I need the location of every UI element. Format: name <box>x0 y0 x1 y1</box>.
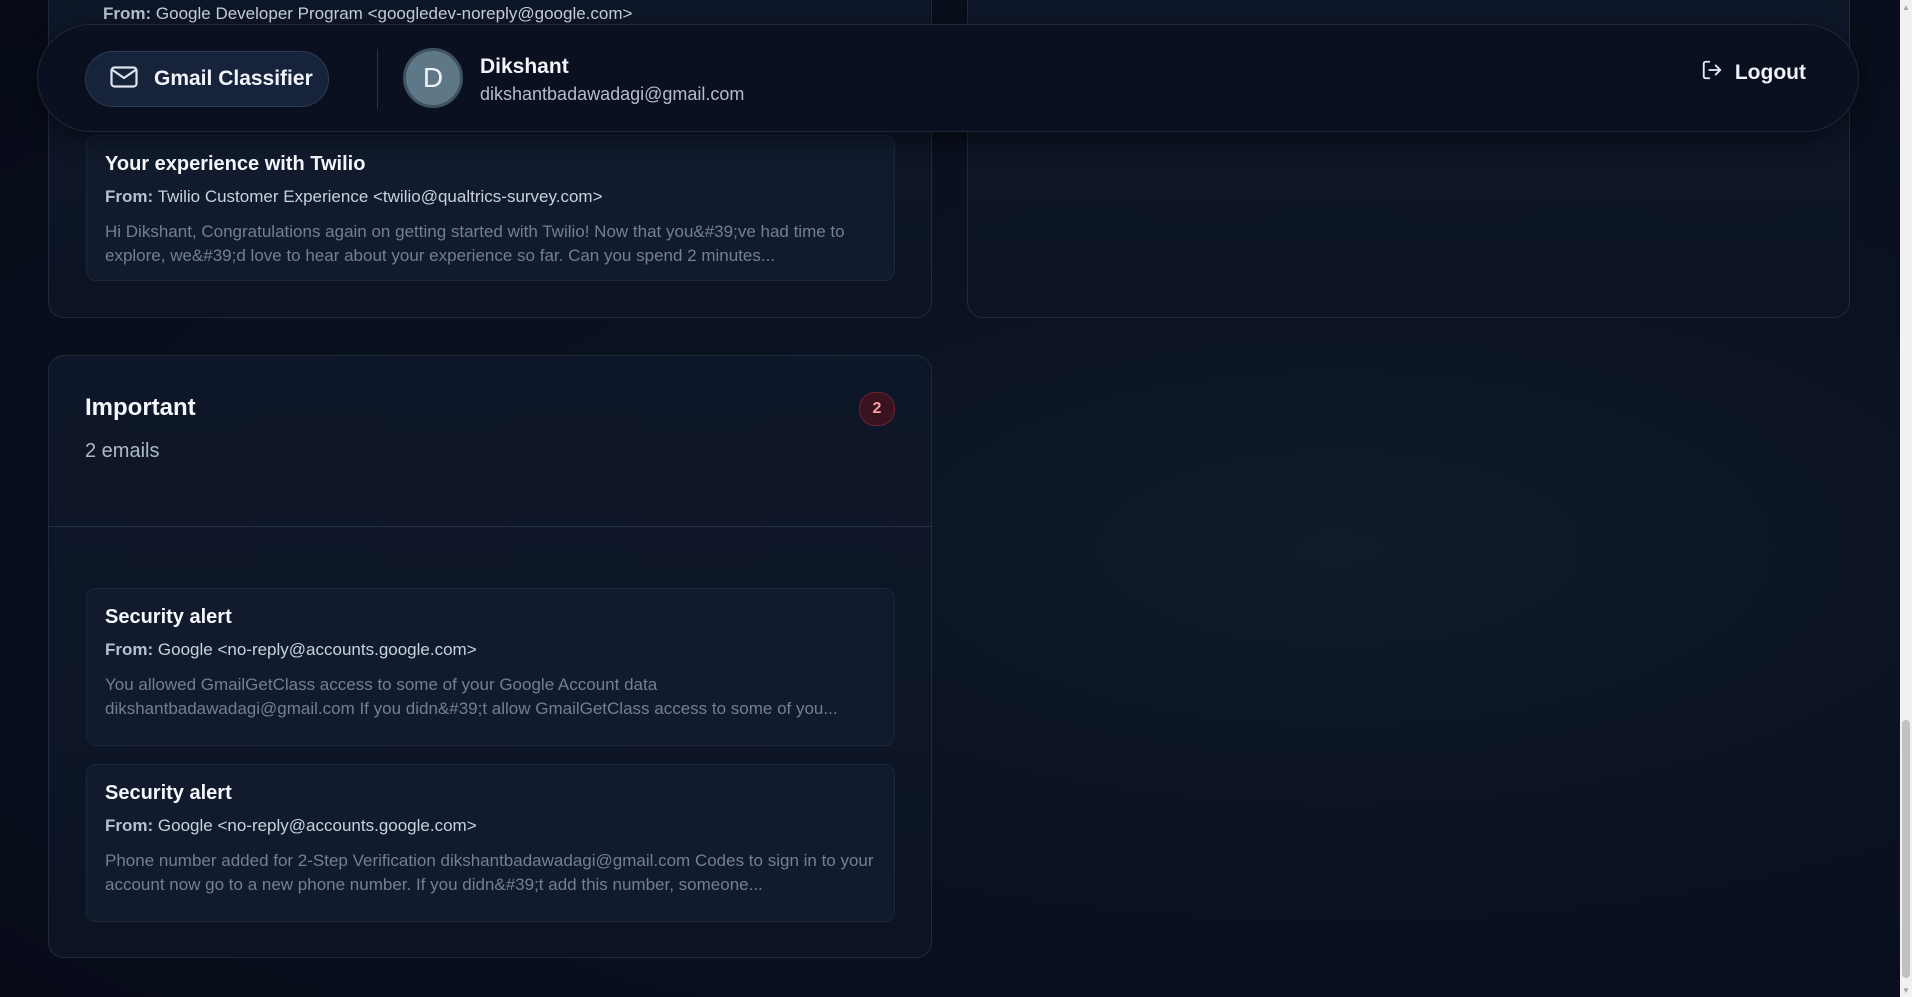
logout-icon <box>1701 59 1723 87</box>
user-email: dikshantbadawadagi@gmail.com <box>480 84 745 104</box>
email-subject: Security alert <box>105 606 232 628</box>
category-card-important: Important 2 2 emails Security alert From… <box>48 355 932 958</box>
email-item[interactable]: Your experience with Twilio From: Twilio… <box>86 135 895 281</box>
email-from: From: Google <no-reply@accounts.google.c… <box>105 815 876 837</box>
from-value: Google Developer Program <googledev-nore… <box>155 4 633 23</box>
from-label: From: <box>103 4 152 23</box>
from-label: From: <box>105 816 154 835</box>
brand-button[interactable]: Gmail Classifier <box>85 51 329 107</box>
from-label: From: <box>105 187 154 206</box>
avatar[interactable]: D <box>403 48 463 108</box>
email-from: From: Twilio Customer Experience <twilio… <box>105 186 876 208</box>
brand-label: Gmail Classifier <box>154 67 313 90</box>
email-snippet: Hi Dikshant, Congratulations again on ge… <box>105 222 845 265</box>
partial-email-from: From: Google Developer Program <googlede… <box>103 4 632 24</box>
scroll-down-arrow-icon[interactable]: ▼ <box>1900 983 1912 997</box>
logout-label: Logout <box>1734 61 1806 84</box>
from-value: Google <no-reply@accounts.google.com> <box>157 640 477 659</box>
mail-icon <box>110 65 138 93</box>
scrollbar-thumb[interactable] <box>1902 720 1910 978</box>
from-value: Google <no-reply@accounts.google.com> <box>157 816 477 835</box>
count-badge: 2 <box>859 392 895 426</box>
logout-button[interactable]: Logout <box>1701 59 1806 87</box>
email-count: 2 emails <box>85 440 160 462</box>
section-divider <box>49 526 931 527</box>
email-from: From: Google <no-reply@accounts.google.c… <box>105 639 876 661</box>
page-scrollbar[interactable]: ▲ ▼ <box>1900 0 1912 997</box>
user-name: Dikshant <box>480 55 569 78</box>
header-divider <box>377 49 378 109</box>
from-value: Twilio Customer Experience <twilio@qualt… <box>157 187 603 206</box>
category-title: Important <box>85 394 196 421</box>
from-label: From: <box>105 640 154 659</box>
email-subject: Your experience with Twilio <box>105 153 366 175</box>
email-snippet: You allowed GmailGetClass access to some… <box>105 675 838 718</box>
top-navbar: Gmail Classifier D Dikshant dikshantbada… <box>37 24 1859 132</box>
scroll-up-arrow-icon[interactable]: ▲ <box>1900 0 1912 14</box>
email-subject: Security alert <box>105 782 232 804</box>
email-item[interactable]: Security alert From: Google <no-reply@ac… <box>86 588 895 746</box>
page: From: Google Developer Program <googlede… <box>0 0 1912 997</box>
email-item[interactable]: Security alert From: Google <no-reply@ac… <box>86 764 895 922</box>
email-snippet: Phone number added for 2-Step Verificati… <box>105 851 874 894</box>
